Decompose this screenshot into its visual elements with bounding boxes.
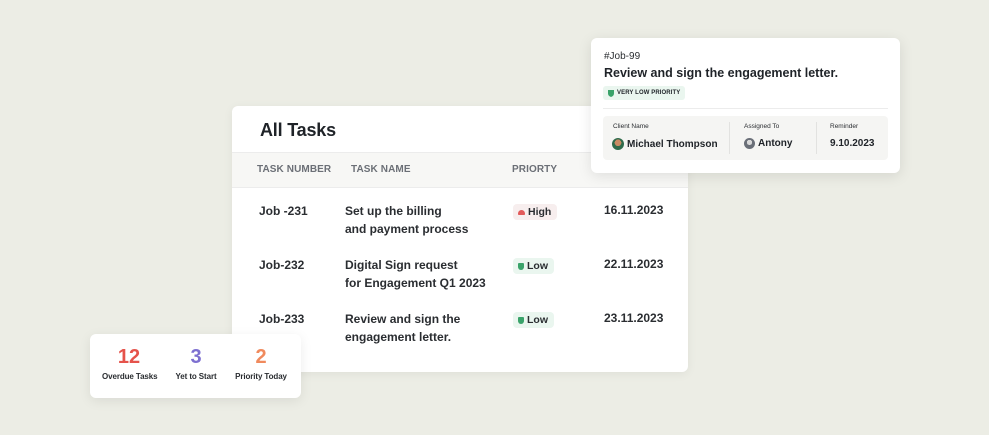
avatar <box>612 138 624 150</box>
stat-yet-to-start[interactable]: 3 Yet to Start <box>171 346 221 381</box>
task-number: Job-233 <box>259 312 305 326</box>
column-header-priority[interactable]: PRIORTY <box>512 164 557 175</box>
priority-label: Low <box>527 314 548 326</box>
reminder-value[interactable]: 9.10.2023 <box>830 138 875 149</box>
priority-badge: High <box>513 204 558 220</box>
task-name-line: engagement letter. <box>345 330 452 344</box>
column-header-task-name[interactable]: TASK NAME <box>351 164 411 175</box>
client-name: Michael Thompson <box>627 138 718 150</box>
task-name-line: for Engagement Q1 2023 <box>345 276 486 290</box>
reminder-info: Reminder 9.10.2023 <box>817 116 888 160</box>
task-name[interactable]: Set up the billing and payment process <box>345 202 505 238</box>
assigned-label: Assigned To <box>744 123 780 130</box>
priority-label: Low <box>527 260 548 272</box>
stat-priority-today[interactable]: 2 Priority Today <box>229 346 293 381</box>
table-row[interactable]: Job -231 Set up the billing and payment … <box>232 202 688 254</box>
stat-label: Priority Today <box>235 372 287 381</box>
column-header-task-number[interactable]: TASK NUMBER <box>257 164 331 175</box>
table-row[interactable]: Job-232 Digital Sign request for Engagem… <box>232 256 688 308</box>
task-name-line: and payment process <box>345 222 469 236</box>
due-date: 23.11.2023 <box>604 311 664 325</box>
task-name-line: Set up the billing <box>345 204 442 218</box>
flag-high-icon <box>518 209 525 215</box>
task-name-line: Digital Sign request <box>345 258 458 272</box>
shield-low-icon <box>518 262 524 270</box>
shield-low-icon <box>518 316 524 324</box>
task-name[interactable]: Review and sign the engagement letter. <box>345 310 505 346</box>
stat-overdue[interactable]: 12 Overdue Tasks <box>102 346 158 381</box>
job-id: #Job-99 <box>604 51 641 62</box>
task-name-line: Review and sign the <box>345 312 461 326</box>
priority-badge: VERY LOW PRIORITY <box>603 86 686 100</box>
client-label: Client Name <box>613 123 649 130</box>
assigned-info: Assigned To Antony <box>730 116 816 160</box>
stat-value: 12 <box>117 346 141 368</box>
task-number: Job -231 <box>259 204 308 218</box>
stat-label: Overdue Tasks <box>102 372 158 381</box>
priority-label: High <box>528 206 552 218</box>
assignee-name: Antony <box>758 138 793 149</box>
stat-value: 3 <box>190 346 202 368</box>
job-detail-card[interactable]: #Job-99 Review and sign the engagement l… <box>591 38 900 173</box>
panel-title: All Tasks <box>260 120 336 140</box>
due-date: 22.11.2023 <box>604 257 664 271</box>
priority-badge: Low <box>513 312 554 328</box>
stat-label: Yet to Start <box>175 372 217 381</box>
priority-badge: Low <box>513 258 554 274</box>
task-summary-card: 12 Overdue Tasks 3 Yet to Start 2 Priori… <box>90 334 301 398</box>
assigned-value[interactable]: Antony <box>744 138 792 149</box>
due-date: 16.11.2023 <box>604 203 664 217</box>
job-info-panel: Client Name Michael Thompson Assigned To… <box>603 116 888 160</box>
priority-badge-label: VERY LOW PRIORITY <box>617 90 681 96</box>
task-number: Job-232 <box>259 258 305 272</box>
client-value[interactable]: Michael Thompson <box>612 138 718 150</box>
client-info: Client Name Michael Thompson <box>603 116 728 160</box>
task-name[interactable]: Digital Sign request for Engagement Q1 2… <box>345 256 505 292</box>
job-title: Review and sign the engagement letter. <box>604 66 839 80</box>
avatar <box>744 138 755 149</box>
shield-icon <box>608 89 614 97</box>
reminder-label: Reminder <box>830 123 859 130</box>
divider <box>603 108 888 109</box>
stat-value: 2 <box>255 346 267 368</box>
